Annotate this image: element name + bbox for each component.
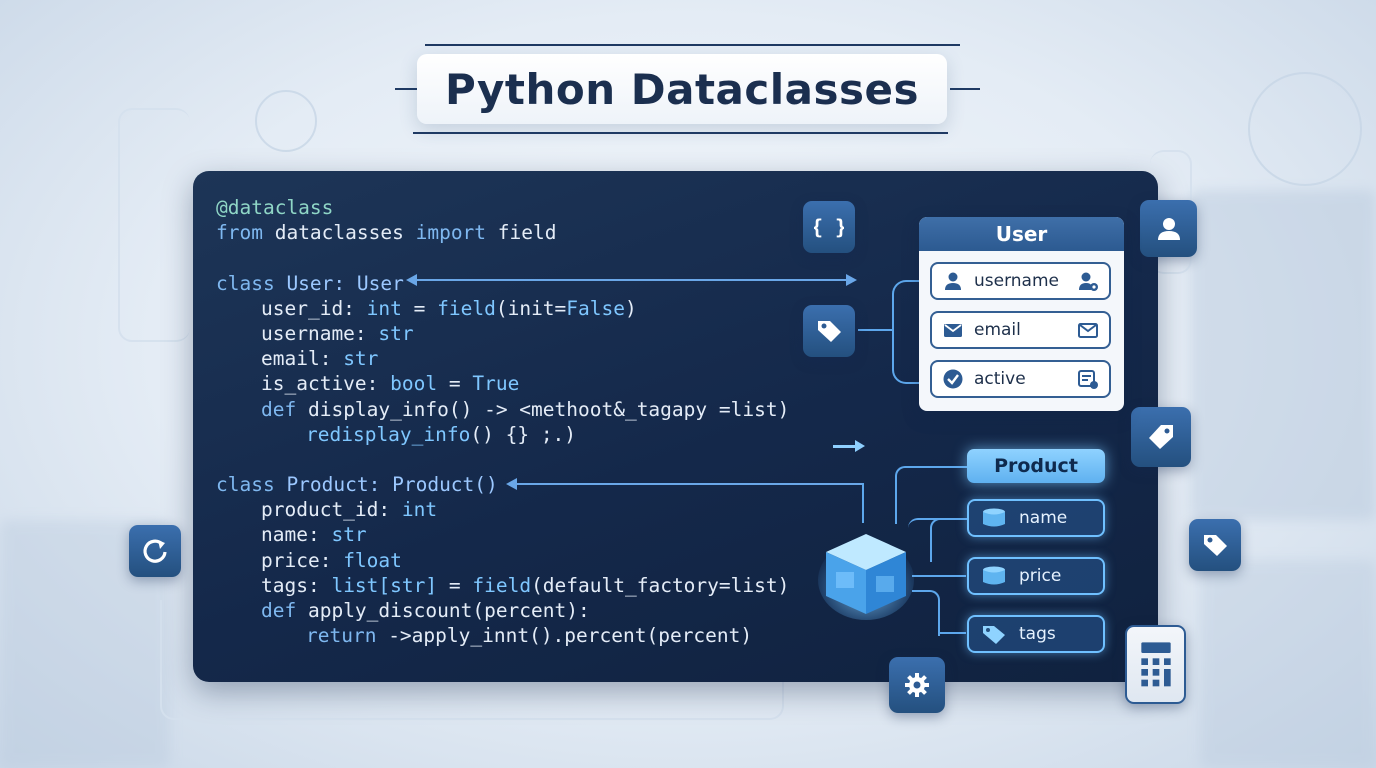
code-line: email: str — [216, 346, 789, 371]
code-line: def apply_discount(percent): — [216, 598, 789, 623]
envelope-icon — [944, 324, 962, 337]
code-token: (init= — [495, 296, 567, 320]
user-field-username[interactable]: username — [930, 262, 1111, 300]
code-token: bool — [390, 372, 438, 396]
code-token: tags: — [261, 573, 332, 597]
code-line: from dataclasses import field — [216, 220, 789, 245]
code-token: from — [216, 221, 263, 245]
code-token: return — [306, 624, 377, 648]
code-line: is_active: bool = True — [216, 371, 789, 396]
user-card: User username email active — [919, 217, 1124, 411]
tag-icon[interactable] — [803, 305, 855, 357]
refresh-icon[interactable] — [129, 525, 181, 577]
code-line: name: str — [216, 522, 789, 547]
code-token: str — [343, 347, 379, 371]
code-token: User: User — [274, 271, 404, 295]
dataclass-cube-icon — [818, 534, 914, 620]
code-token: dataclasses — [262, 221, 416, 245]
user-field-email[interactable]: email — [930, 311, 1111, 349]
code-token: field — [437, 296, 496, 320]
code-token: product_id: — [261, 498, 402, 522]
calculator-icon[interactable] — [1125, 625, 1186, 704]
product-class-arrow — [516, 483, 864, 485]
gear-icon[interactable] — [889, 657, 945, 713]
product-field-name[interactable]: name — [967, 499, 1105, 537]
user-settings-icon — [1079, 272, 1098, 291]
code-token: True — [472, 372, 520, 396]
code-line: @dataclass — [216, 195, 789, 220]
product-field-tags[interactable]: tags — [967, 615, 1105, 653]
code-token: = — [401, 296, 438, 320]
code-token: Product: Product() — [274, 473, 498, 497]
code-token: def — [261, 397, 297, 421]
code-token: class — [216, 271, 275, 295]
code-token: price: — [261, 548, 344, 572]
user-field-active[interactable]: active — [930, 360, 1111, 398]
code-token: list[str] — [331, 573, 438, 597]
code-line: price: float — [216, 548, 789, 573]
envelope-icon — [1078, 323, 1098, 338]
tag-icon[interactable] — [1189, 519, 1241, 571]
code-token: str — [331, 523, 367, 547]
braces-icon[interactable]: { } — [803, 201, 855, 253]
code-line: user_id: int = field(init=False) — [216, 296, 789, 321]
svg-text:{ }: { } — [814, 215, 844, 239]
code-token: email: — [261, 347, 344, 371]
code-token: float — [343, 548, 402, 572]
code-token: def — [261, 599, 297, 622]
code-token: field — [486, 221, 557, 245]
code-token: = — [437, 372, 473, 396]
code-line: return ->apply_innt().percent(percent) — [216, 623, 789, 648]
code-line: redisplay_info() {} ;.) — [216, 422, 789, 447]
code-line: product_id: int — [216, 497, 789, 522]
code-line: class User: User — [216, 271, 789, 296]
code-token: (default_factory=list) — [531, 573, 790, 597]
user-class-arrow — [416, 279, 848, 281]
database-icon — [983, 508, 1005, 527]
code-token: ) — [625, 296, 637, 320]
code-token: is_active: — [261, 372, 391, 396]
product-field-price[interactable]: price — [967, 557, 1105, 595]
code-token: str — [378, 321, 414, 345]
user-icon — [945, 272, 961, 290]
code-line: def display_info() -> <methoot&_tagapy =… — [216, 397, 789, 422]
code-token: field — [472, 573, 532, 597]
code-token: () {} ;.) — [470, 422, 577, 446]
user-icon[interactable] — [1140, 200, 1197, 257]
page-title: Python Dataclasses — [444, 64, 920, 114]
code-token: False — [566, 296, 625, 320]
code-line: tags: list[str] = field(default_factory=… — [216, 573, 789, 598]
code-token: int — [366, 296, 402, 320]
code-token: ->apply_innt().percent(percent) — [376, 624, 753, 648]
code-block: @dataclass from dataclasses import field c… — [216, 195, 789, 648]
tag-icon[interactable] — [1131, 407, 1191, 467]
code-token: int — [401, 498, 438, 522]
code-token: @dataclass — [216, 196, 334, 219]
code-token: username: — [261, 321, 379, 345]
check-circle-icon — [943, 369, 963, 389]
title-banner: Python Dataclasses — [395, 44, 980, 134]
database-icon — [983, 566, 1005, 585]
code-token: class — [216, 473, 275, 497]
product-card-title: Product — [967, 449, 1105, 483]
code-token: = — [437, 573, 473, 597]
code-token: import — [415, 221, 487, 245]
code-token: user_id: — [261, 296, 367, 320]
tag-icon — [983, 626, 1005, 644]
user-card-title: User — [919, 217, 1124, 251]
code-token: redisplay_info — [306, 422, 471, 446]
code-line: username: str — [216, 321, 789, 346]
code-token: display_info() -> <methoot&_tagapy =list… — [296, 397, 790, 421]
form-icon — [1078, 370, 1098, 389]
code-token: apply_discount(percent): — [296, 599, 590, 622]
code-token: name: — [261, 523, 332, 547]
